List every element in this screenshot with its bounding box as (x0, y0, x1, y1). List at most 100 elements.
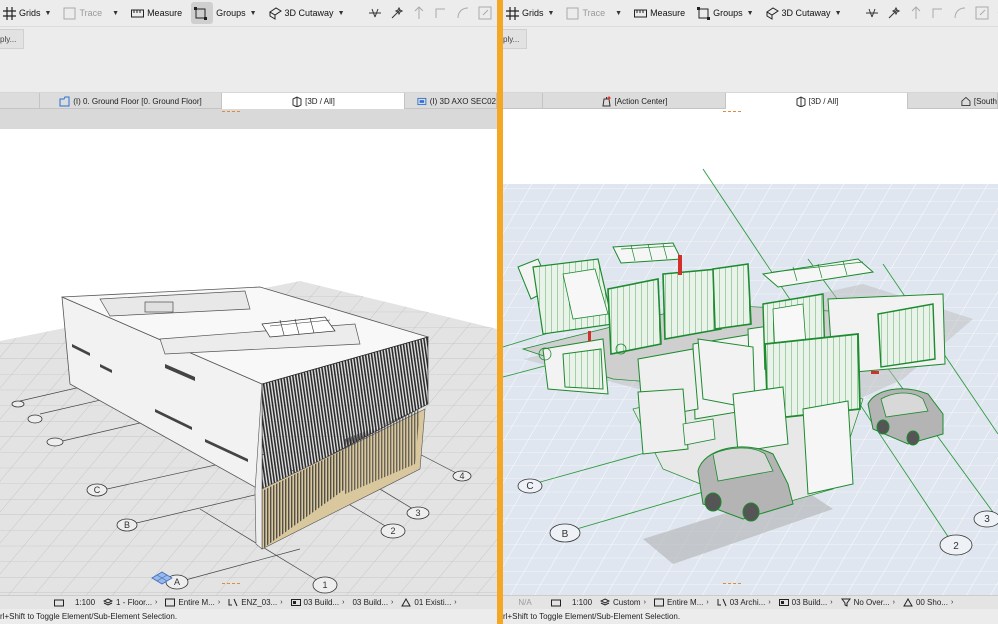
scale-value: 1:100 (75, 598, 96, 607)
groups-button[interactable] (191, 2, 214, 24)
tab-3d-all[interactable]: [3D / All] (222, 93, 405, 109)
renovation-filter-combo[interactable]: 01 Existi... › (397, 596, 460, 609)
tab-action-center[interactable]: [Action Center] (543, 93, 726, 109)
grid-marker-label: 2 (390, 526, 395, 536)
status-bar: N/A 1:100 Custom › Entire M... › 03 Archi.… (503, 595, 998, 609)
3d-viewport-left[interactable]: C B A 1 2 3 4 (0, 109, 497, 595)
cutaway-button[interactable]: 3D Cutaway ▼ (763, 2, 845, 24)
groups-button[interactable]: Groups ▼ (694, 2, 756, 24)
tab-ground-floor[interactable]: (I) 0. Ground Floor [0. Ground Floor] (40, 93, 222, 109)
groups-label-button[interactable]: Groups ▼ (213, 2, 259, 24)
chevron-down-icon[interactable]: ▼ (548, 10, 555, 17)
align-icon[interactable] (412, 5, 426, 21)
pen-set-combo[interactable]: ENZ_03... › (224, 596, 286, 609)
graphic-override-combo[interactable]: 03 Build... › (775, 596, 837, 609)
build1-value: 03 Build... (303, 598, 340, 607)
3d-model-canvas-left[interactable]: C B A 1 2 3 4 (0, 109, 497, 595)
pen-icon (228, 598, 238, 607)
grid-marker-2: 2 (380, 523, 406, 539)
groups-icon (194, 6, 208, 20)
build2-value: 03 Build... (352, 598, 389, 607)
measure-label: Measure (650, 8, 686, 18)
scale-field[interactable]: 1:100 (71, 596, 99, 609)
apply-tab[interactable]: ply... (0, 29, 24, 49)
magic-wand-icon[interactable] (390, 5, 404, 21)
resize-grip[interactable] (222, 583, 240, 585)
chevron-down-icon[interactable]: ▼ (747, 10, 754, 17)
info-box: ply... (503, 27, 998, 93)
grid-marker-label: 4 (459, 471, 464, 481)
tab-label: (I) 3D AXO SEC02 (429, 96, 496, 106)
chevron-down-icon[interactable]: ▼ (250, 10, 257, 17)
trace-icon (566, 7, 579, 19)
corner-icon[interactable] (434, 5, 448, 21)
align-icon[interactable] (909, 5, 923, 21)
cutaway-icon (765, 6, 779, 20)
chevron-down-icon[interactable]: ▼ (112, 10, 119, 17)
3d-model-canvas-right[interactable]: C B 2 3 (503, 109, 998, 595)
trim-icon[interactable] (865, 5, 879, 21)
tab-south-elevation[interactable]: [South (908, 93, 998, 109)
graphic-override-combo[interactable]: 03 Build... › (287, 596, 349, 609)
grid-marker-3: 3 (406, 506, 430, 520)
tab-axo-section[interactable]: (I) 3D AXO SEC02 (405, 93, 497, 109)
trace-icon (63, 7, 76, 19)
grids-button[interactable]: Grids ▼ (0, 2, 54, 24)
apply-tab[interactable]: ply... (503, 29, 527, 49)
grids-label: Grids (19, 8, 41, 18)
cutaway-button[interactable]: 3D Cutaway ▼ (266, 2, 348, 24)
resize-icon[interactable] (975, 5, 989, 21)
3d-view-icon (292, 95, 302, 107)
chevron-down-icon[interactable]: ▼ (615, 10, 622, 17)
info-box: ply... (0, 27, 497, 93)
axo-section-icon (417, 97, 427, 105)
measure-button[interactable]: Measure (128, 2, 185, 24)
layers-icon (103, 598, 114, 606)
grids-button[interactable]: Grids ▼ (503, 2, 557, 24)
curve-icon[interactable] (953, 5, 967, 21)
view-tab-bar: [Action Center] [3D / All] [South (503, 93, 998, 109)
layer-combo[interactable]: Custom › (596, 596, 650, 609)
resize-icon[interactable] (478, 5, 492, 21)
undo-view-button[interactable] (547, 596, 568, 609)
chevron-down-icon[interactable]: ▼ (45, 10, 52, 17)
pen-set-combo[interactable]: 03 Archi... › (713, 596, 775, 609)
pen-value: ENZ_03... (241, 598, 278, 607)
renovation-icon (401, 598, 412, 607)
renovation-filter-combo[interactable]: 00 Sho... › (899, 596, 957, 609)
chevron-right-icon: › (342, 599, 345, 606)
trim-icon[interactable] (368, 5, 382, 21)
trace-button[interactable]: Trace ▼ (60, 2, 122, 24)
renovation-icon (903, 598, 913, 607)
renovation-combo[interactable]: 03 Build... › (348, 596, 397, 609)
3d-viewport-right[interactable]: C B 2 3 (503, 109, 998, 595)
resize-grip[interactable] (723, 111, 741, 113)
resize-grip[interactable] (222, 111, 240, 113)
grid-marker-b: B (549, 523, 581, 543)
chevron-right-icon: › (217, 599, 221, 606)
pen-value: 03 Archi... (729, 598, 766, 607)
model-view-combo[interactable]: Entire M... › (161, 596, 224, 609)
action-center-icon (601, 96, 611, 106)
layer-combo[interactable]: 1 - Floor... › (99, 596, 161, 609)
grid-marker-c: C (517, 478, 543, 494)
grid-marker-label: B (124, 520, 130, 530)
model-view-combo[interactable]: Entire M... › (650, 596, 713, 609)
overrides-combo[interactable]: No Over... › (837, 596, 899, 609)
tab-label: [3D / All] (305, 96, 335, 106)
magic-wand-icon[interactable] (887, 5, 901, 21)
measure-button[interactable]: Measure (631, 2, 688, 24)
scale-field[interactable]: 1:100 (568, 596, 596, 609)
resize-grip[interactable] (723, 583, 741, 585)
override-icon (290, 599, 301, 606)
chevron-right-icon: › (155, 599, 158, 606)
corner-icon[interactable] (931, 5, 945, 21)
curve-icon[interactable] (456, 5, 470, 21)
grid-icon (506, 6, 519, 20)
tab-3d-all[interactable]: [3D / All] (726, 93, 908, 109)
chevron-down-icon[interactable]: ▼ (835, 10, 842, 17)
chevron-down-icon[interactable]: ▼ (338, 10, 345, 17)
undo-view-button[interactable] (50, 596, 71, 609)
trace-button[interactable]: Trace ▼ (563, 2, 625, 24)
model-value: Entire M... (666, 598, 704, 607)
